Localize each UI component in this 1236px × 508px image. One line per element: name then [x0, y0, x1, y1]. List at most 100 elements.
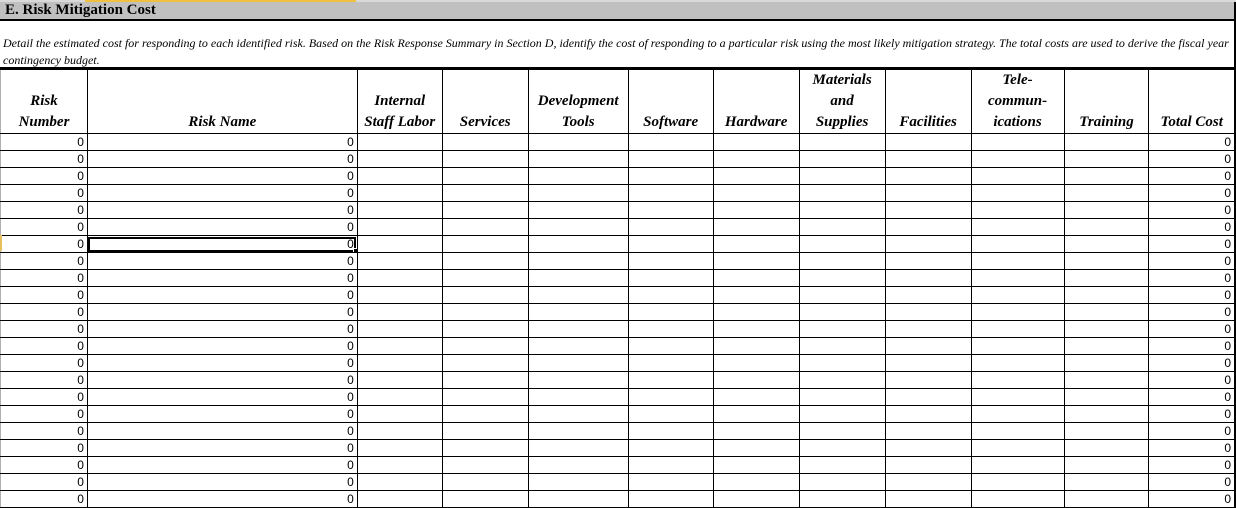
cell-risk-number[interactable]: 0 — [0, 303, 88, 321]
cell-total-cost[interactable]: 0 — [1148, 337, 1236, 355]
cell-internal-staff-labor[interactable] — [356, 473, 443, 491]
cell-telecommunications[interactable] — [970, 422, 1065, 440]
cell-materials-and-supplies[interactable] — [798, 456, 886, 474]
cell-telecommunications[interactable] — [970, 184, 1065, 202]
cell-facilities[interactable] — [884, 371, 972, 389]
cell-hardware[interactable] — [712, 286, 800, 304]
cell-telecommunications[interactable] — [970, 490, 1065, 508]
cell-internal-staff-labor[interactable] — [356, 218, 443, 236]
cell-services[interactable] — [441, 150, 529, 168]
cell-telecommunications[interactable] — [970, 388, 1065, 406]
cell-development-tools[interactable] — [527, 201, 629, 219]
cell-development-tools[interactable] — [527, 252, 629, 270]
cell-risk-number[interactable]: 0 — [0, 252, 88, 270]
cell-risk-name[interactable]: 0 — [86, 303, 358, 321]
cell-facilities[interactable] — [884, 269, 972, 287]
cell-facilities[interactable] — [884, 167, 972, 185]
cell-hardware[interactable] — [712, 150, 800, 168]
cell-risk-name[interactable]: 0 — [86, 218, 358, 236]
cell-development-tools[interactable] — [527, 337, 629, 355]
cell-facilities[interactable] — [884, 201, 972, 219]
cell-training[interactable] — [1063, 371, 1150, 389]
cell-total-cost[interactable]: 0 — [1148, 269, 1236, 287]
cell-training[interactable] — [1063, 201, 1150, 219]
cell-facilities[interactable] — [884, 235, 972, 253]
cell-internal-staff-labor[interactable] — [356, 184, 443, 202]
cell-materials-and-supplies[interactable] — [798, 371, 886, 389]
cell-training[interactable] — [1063, 252, 1150, 270]
cell-services[interactable] — [441, 473, 529, 491]
cell-telecommunications[interactable] — [970, 473, 1065, 491]
column-header-development-tools[interactable]: Development Tools — [527, 69, 629, 134]
cell-services[interactable] — [441, 422, 529, 440]
cell-development-tools[interactable] — [527, 184, 629, 202]
cell-software[interactable] — [627, 167, 714, 185]
cell-total-cost[interactable]: 0 — [1148, 405, 1236, 423]
cell-telecommunications[interactable] — [970, 218, 1065, 236]
cell-materials-and-supplies[interactable] — [798, 235, 886, 253]
cell-risk-name[interactable]: 0 — [86, 490, 358, 508]
cell-risk-name[interactable]: 0 — [86, 371, 358, 389]
cell-facilities[interactable] — [884, 473, 972, 491]
cell-development-tools[interactable] — [527, 354, 629, 372]
column-header-facilities[interactable]: Facilities — [884, 69, 972, 134]
cell-hardware[interactable] — [712, 235, 800, 253]
cell-telecommunications[interactable] — [970, 320, 1065, 338]
cell-hardware[interactable] — [712, 439, 800, 457]
cell-software[interactable] — [627, 201, 714, 219]
cell-services[interactable] — [441, 439, 529, 457]
cell-services[interactable] — [441, 490, 529, 508]
cell-risk-number[interactable]: 0 — [0, 201, 88, 219]
cell-software[interactable] — [627, 286, 714, 304]
cell-development-tools[interactable] — [527, 490, 629, 508]
cell-telecommunications[interactable] — [970, 337, 1065, 355]
cell-materials-and-supplies[interactable] — [798, 439, 886, 457]
cell-facilities[interactable] — [884, 218, 972, 236]
cell-total-cost[interactable]: 0 — [1148, 218, 1236, 236]
cell-risk-name[interactable]: 0 — [86, 473, 358, 491]
cell-training[interactable] — [1063, 167, 1150, 185]
column-header-training[interactable]: Training — [1063, 69, 1150, 134]
cell-materials-and-supplies[interactable] — [798, 490, 886, 508]
cell-internal-staff-labor[interactable] — [356, 201, 443, 219]
cell-hardware[interactable] — [712, 473, 800, 491]
cell-telecommunications[interactable] — [970, 133, 1065, 151]
cell-risk-name[interactable]: 0 — [86, 439, 358, 457]
cell-facilities[interactable] — [884, 337, 972, 355]
cell-telecommunications[interactable] — [970, 286, 1065, 304]
cell-software[interactable] — [627, 371, 714, 389]
fill-handle[interactable] — [352, 248, 357, 252]
cell-hardware[interactable] — [712, 167, 800, 185]
cell-internal-staff-labor[interactable] — [356, 252, 443, 270]
cell-internal-staff-labor[interactable] — [356, 235, 443, 253]
cell-hardware[interactable] — [712, 303, 800, 321]
cell-materials-and-supplies[interactable] — [798, 473, 886, 491]
cell-hardware[interactable] — [712, 490, 800, 508]
column-header-internal-staff-labor[interactable]: Internal Staff Labor — [356, 69, 443, 134]
cell-total-cost[interactable]: 0 — [1148, 490, 1236, 508]
column-header-hardware[interactable]: Hardware — [712, 69, 800, 134]
cell-hardware[interactable] — [712, 320, 800, 338]
cell-hardware[interactable] — [712, 388, 800, 406]
cell-risk-number[interactable]: 0 — [0, 320, 88, 338]
cell-telecommunications[interactable] — [970, 405, 1065, 423]
cell-software[interactable] — [627, 252, 714, 270]
cell-telecommunications[interactable] — [970, 354, 1065, 372]
cell-materials-and-supplies[interactable] — [798, 167, 886, 185]
cell-training[interactable] — [1063, 235, 1150, 253]
cell-training[interactable] — [1063, 456, 1150, 474]
cell-facilities[interactable] — [884, 320, 972, 338]
cell-risk-number[interactable]: 0 — [0, 167, 88, 185]
cell-risk-number[interactable]: 0 — [0, 490, 88, 508]
cell-materials-and-supplies[interactable] — [798, 422, 886, 440]
cell-training[interactable] — [1063, 405, 1150, 423]
cell-risk-name[interactable]: 0 — [86, 133, 358, 151]
cell-development-tools[interactable] — [527, 422, 629, 440]
cell-risk-name[interactable]: 0 — [86, 337, 358, 355]
cell-telecommunications[interactable] — [970, 252, 1065, 270]
cell-services[interactable] — [441, 235, 529, 253]
cell-risk-name[interactable]: 0 — [86, 456, 358, 474]
cell-risk-name[interactable]: 0 — [86, 201, 358, 219]
cell-materials-and-supplies[interactable] — [798, 388, 886, 406]
cell-total-cost[interactable]: 0 — [1148, 422, 1236, 440]
